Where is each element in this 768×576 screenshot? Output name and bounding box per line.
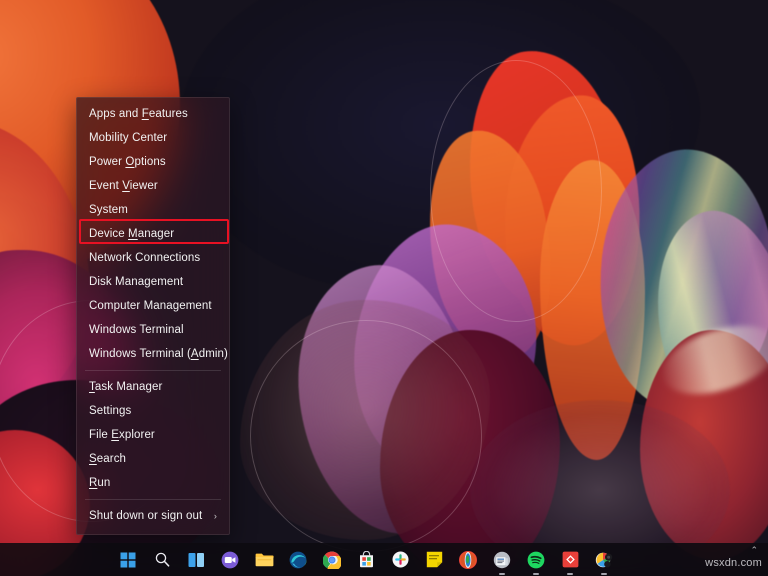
menu-item-shut-down-or-sign-out[interactable]: Shut down or sign out ›: [77, 504, 229, 528]
winx-power-user-menu[interactable]: Apps and Features Mobility Center Power Op…: [76, 97, 230, 535]
menu-item-search[interactable]: Search: [77, 447, 229, 471]
chat-camera-icon: [221, 551, 239, 568]
chat-button[interactable]: [219, 549, 241, 571]
menu-item-task-manager[interactable]: Task Manager: [77, 375, 229, 399]
taskbar-icon-group: [117, 549, 615, 575]
search-icon: [155, 552, 169, 567]
opera-button[interactable]: [457, 549, 479, 571]
news-paper-icon: [493, 551, 511, 568]
running-indicator: [567, 572, 573, 575]
menu-item-label: Mobility Center: [89, 132, 168, 144]
news-app-button[interactable]: [491, 549, 513, 575]
menu-item-label: Network Connections: [89, 252, 201, 264]
slack-icon: [392, 551, 408, 568]
task-view-button[interactable]: [185, 549, 207, 571]
opera-icon: [459, 550, 477, 569]
watermark-text: wsxdn.com: [705, 557, 762, 569]
sticky-notes-button[interactable]: [423, 549, 445, 571]
menu-separator: [85, 370, 221, 371]
wallpaper-edge-line2: [250, 320, 482, 552]
chrome-button[interactable]: [321, 549, 343, 571]
chevron-right-icon: ›: [213, 511, 217, 521]
store-bag-icon: [359, 551, 373, 568]
rec-app-button[interactable]: [559, 549, 581, 575]
slack-button[interactable]: [389, 549, 411, 571]
menu-item-label: File Explorer: [89, 429, 155, 441]
menu-item-label: Windows Terminal (Admin): [89, 348, 228, 360]
menu-item-label: Task Manager: [89, 381, 163, 393]
menu-item-label: Settings: [89, 405, 132, 417]
taskbar[interactable]: ⌃ wsxdn.com: [0, 543, 768, 576]
menu-separator: [85, 499, 221, 500]
running-indicator: [533, 572, 539, 575]
menu-item-label: Shut down or sign out: [89, 510, 203, 522]
menu-item-desktop[interactable]: Desktop: [77, 528, 229, 534]
windows-logo-icon: [120, 552, 136, 567]
sticky-note-icon: [426, 551, 442, 568]
menu-item-label: Computer Management: [89, 300, 212, 312]
photos-button[interactable]: [593, 549, 615, 575]
menu-item-windows-terminal-admin[interactable]: Windows Terminal (Admin): [77, 342, 229, 366]
menu-item-power-options[interactable]: Power Options: [77, 150, 229, 174]
menu-item-label: Disk Management: [89, 276, 184, 288]
wallpaper-edge-line3: [430, 60, 602, 322]
spotify-icon: [527, 551, 545, 568]
desktop-screen: Apps and Features Mobility Center Power Op…: [0, 0, 768, 576]
menu-item-label: Run: [89, 477, 111, 489]
menu-item-mobility-center[interactable]: Mobility Center: [77, 126, 229, 150]
folder-icon: [255, 553, 274, 566]
menu-item-label: Apps and Features: [89, 108, 188, 120]
menu-item-windows-terminal[interactable]: Windows Terminal: [77, 318, 229, 342]
menu-item-network-connections[interactable]: Network Connections: [77, 246, 229, 270]
menu-item-apps-and-features[interactable]: Apps and Features: [77, 102, 229, 126]
tray-chevron-icon[interactable]: ⌃: [750, 545, 758, 556]
running-indicator: [601, 572, 607, 575]
spotify-button[interactable]: [525, 549, 547, 575]
menu-item-event-viewer[interactable]: Event Viewer: [77, 174, 229, 198]
menu-item-label: Desktop: [89, 528, 132, 534]
menu-item-label: Windows Terminal: [89, 324, 184, 336]
photos-icon: [595, 552, 612, 567]
winx-menu-body: Apps and Features Mobility Center Power Op…: [77, 102, 229, 534]
menu-item-device-manager[interactable]: Device Manager: [77, 222, 229, 246]
file-explorer-button[interactable]: [253, 549, 275, 571]
menu-item-label: Event Viewer: [89, 180, 158, 192]
start-button[interactable]: [117, 549, 139, 571]
menu-item-label: System: [89, 204, 128, 216]
store-button[interactable]: [355, 549, 377, 571]
record-app-icon: [562, 551, 578, 568]
menu-item-label: Device Manager: [89, 228, 175, 240]
edge-icon: [289, 551, 307, 568]
menu-item-disk-management[interactable]: Disk Management: [77, 270, 229, 294]
running-indicator: [499, 572, 505, 575]
task-view-icon: [188, 552, 204, 567]
menu-item-label: Power Options: [89, 156, 166, 168]
menu-item-file-explorer[interactable]: File Explorer: [77, 423, 229, 447]
menu-item-system[interactable]: System: [77, 198, 229, 222]
menu-item-label: Search: [89, 453, 127, 465]
menu-item-run[interactable]: Run: [77, 471, 229, 495]
chrome-icon: [323, 551, 341, 569]
menu-item-settings[interactable]: Settings: [77, 399, 229, 423]
search-button[interactable]: [151, 549, 173, 571]
edge-button[interactable]: [287, 549, 309, 571]
menu-item-computer-management[interactable]: Computer Management: [77, 294, 229, 318]
